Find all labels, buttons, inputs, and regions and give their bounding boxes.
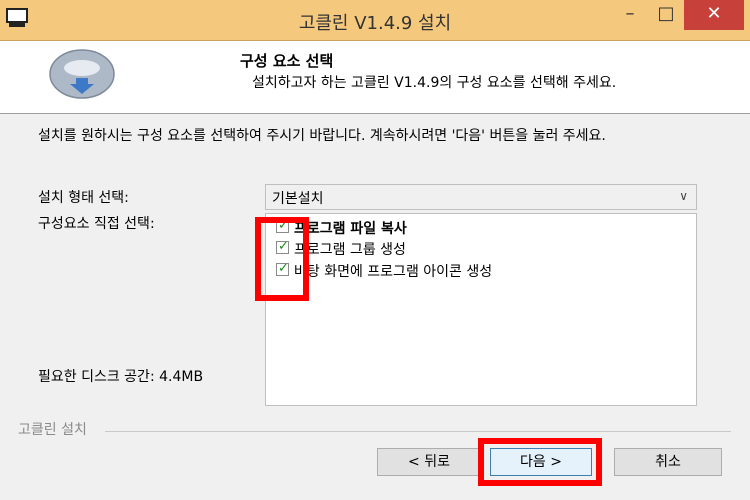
checkbox-highlight-box (255, 217, 309, 301)
chevron-down-icon: ∨ (679, 189, 688, 203)
cancel-button[interactable]: 취소 (614, 448, 722, 476)
header-subtitle: 설치하고자 하는 고클린 V1.4.9의 구성 요소를 선택해 주세요. (252, 75, 617, 91)
title-bar: 고클린 V1.4.9 설치 – □ ✕ (0, 0, 750, 41)
footer-group-label: 고클린 설치 (18, 419, 93, 439)
maximize-button[interactable]: □ (648, 0, 684, 30)
installer-logo-icon (49, 49, 115, 99)
install-type-value: 기본설치 (272, 191, 324, 207)
components-list: ✓ 프로그램 파일 복사 ✓ 프로그램 그룹 생성 ✓ 바탕 화면에 프로그램 … (265, 213, 697, 406)
components-label: 구성요소 직접 선택: (38, 216, 155, 232)
component-label-desktop-icon: 바탕 화면에 프로그램 아이콘 생성 (294, 264, 493, 280)
back-button[interactable]: < 뒤로 (377, 448, 481, 476)
footer-divider (105, 431, 731, 432)
minimize-button[interactable]: – (612, 0, 648, 30)
component-label-program-group: 프로그램 그룹 생성 (294, 242, 406, 258)
component-label-copy-files: 프로그램 파일 복사 (294, 221, 407, 237)
install-type-select[interactable]: 기본설치 ∨ (265, 184, 697, 210)
disk-space-label: 필요한 디스크 공간: 4.4MB (38, 369, 204, 385)
next-button-highlight-box (478, 438, 602, 486)
header-title: 구성 요소 선택 (240, 52, 334, 70)
close-button[interactable]: ✕ (684, 0, 744, 30)
instructions-text: 설치를 원하시는 구성 요소를 선택하여 주시기 바랍니다. 계속하시려면 '다… (38, 128, 606, 144)
install-type-label: 설치 형태 선택: (38, 190, 129, 206)
